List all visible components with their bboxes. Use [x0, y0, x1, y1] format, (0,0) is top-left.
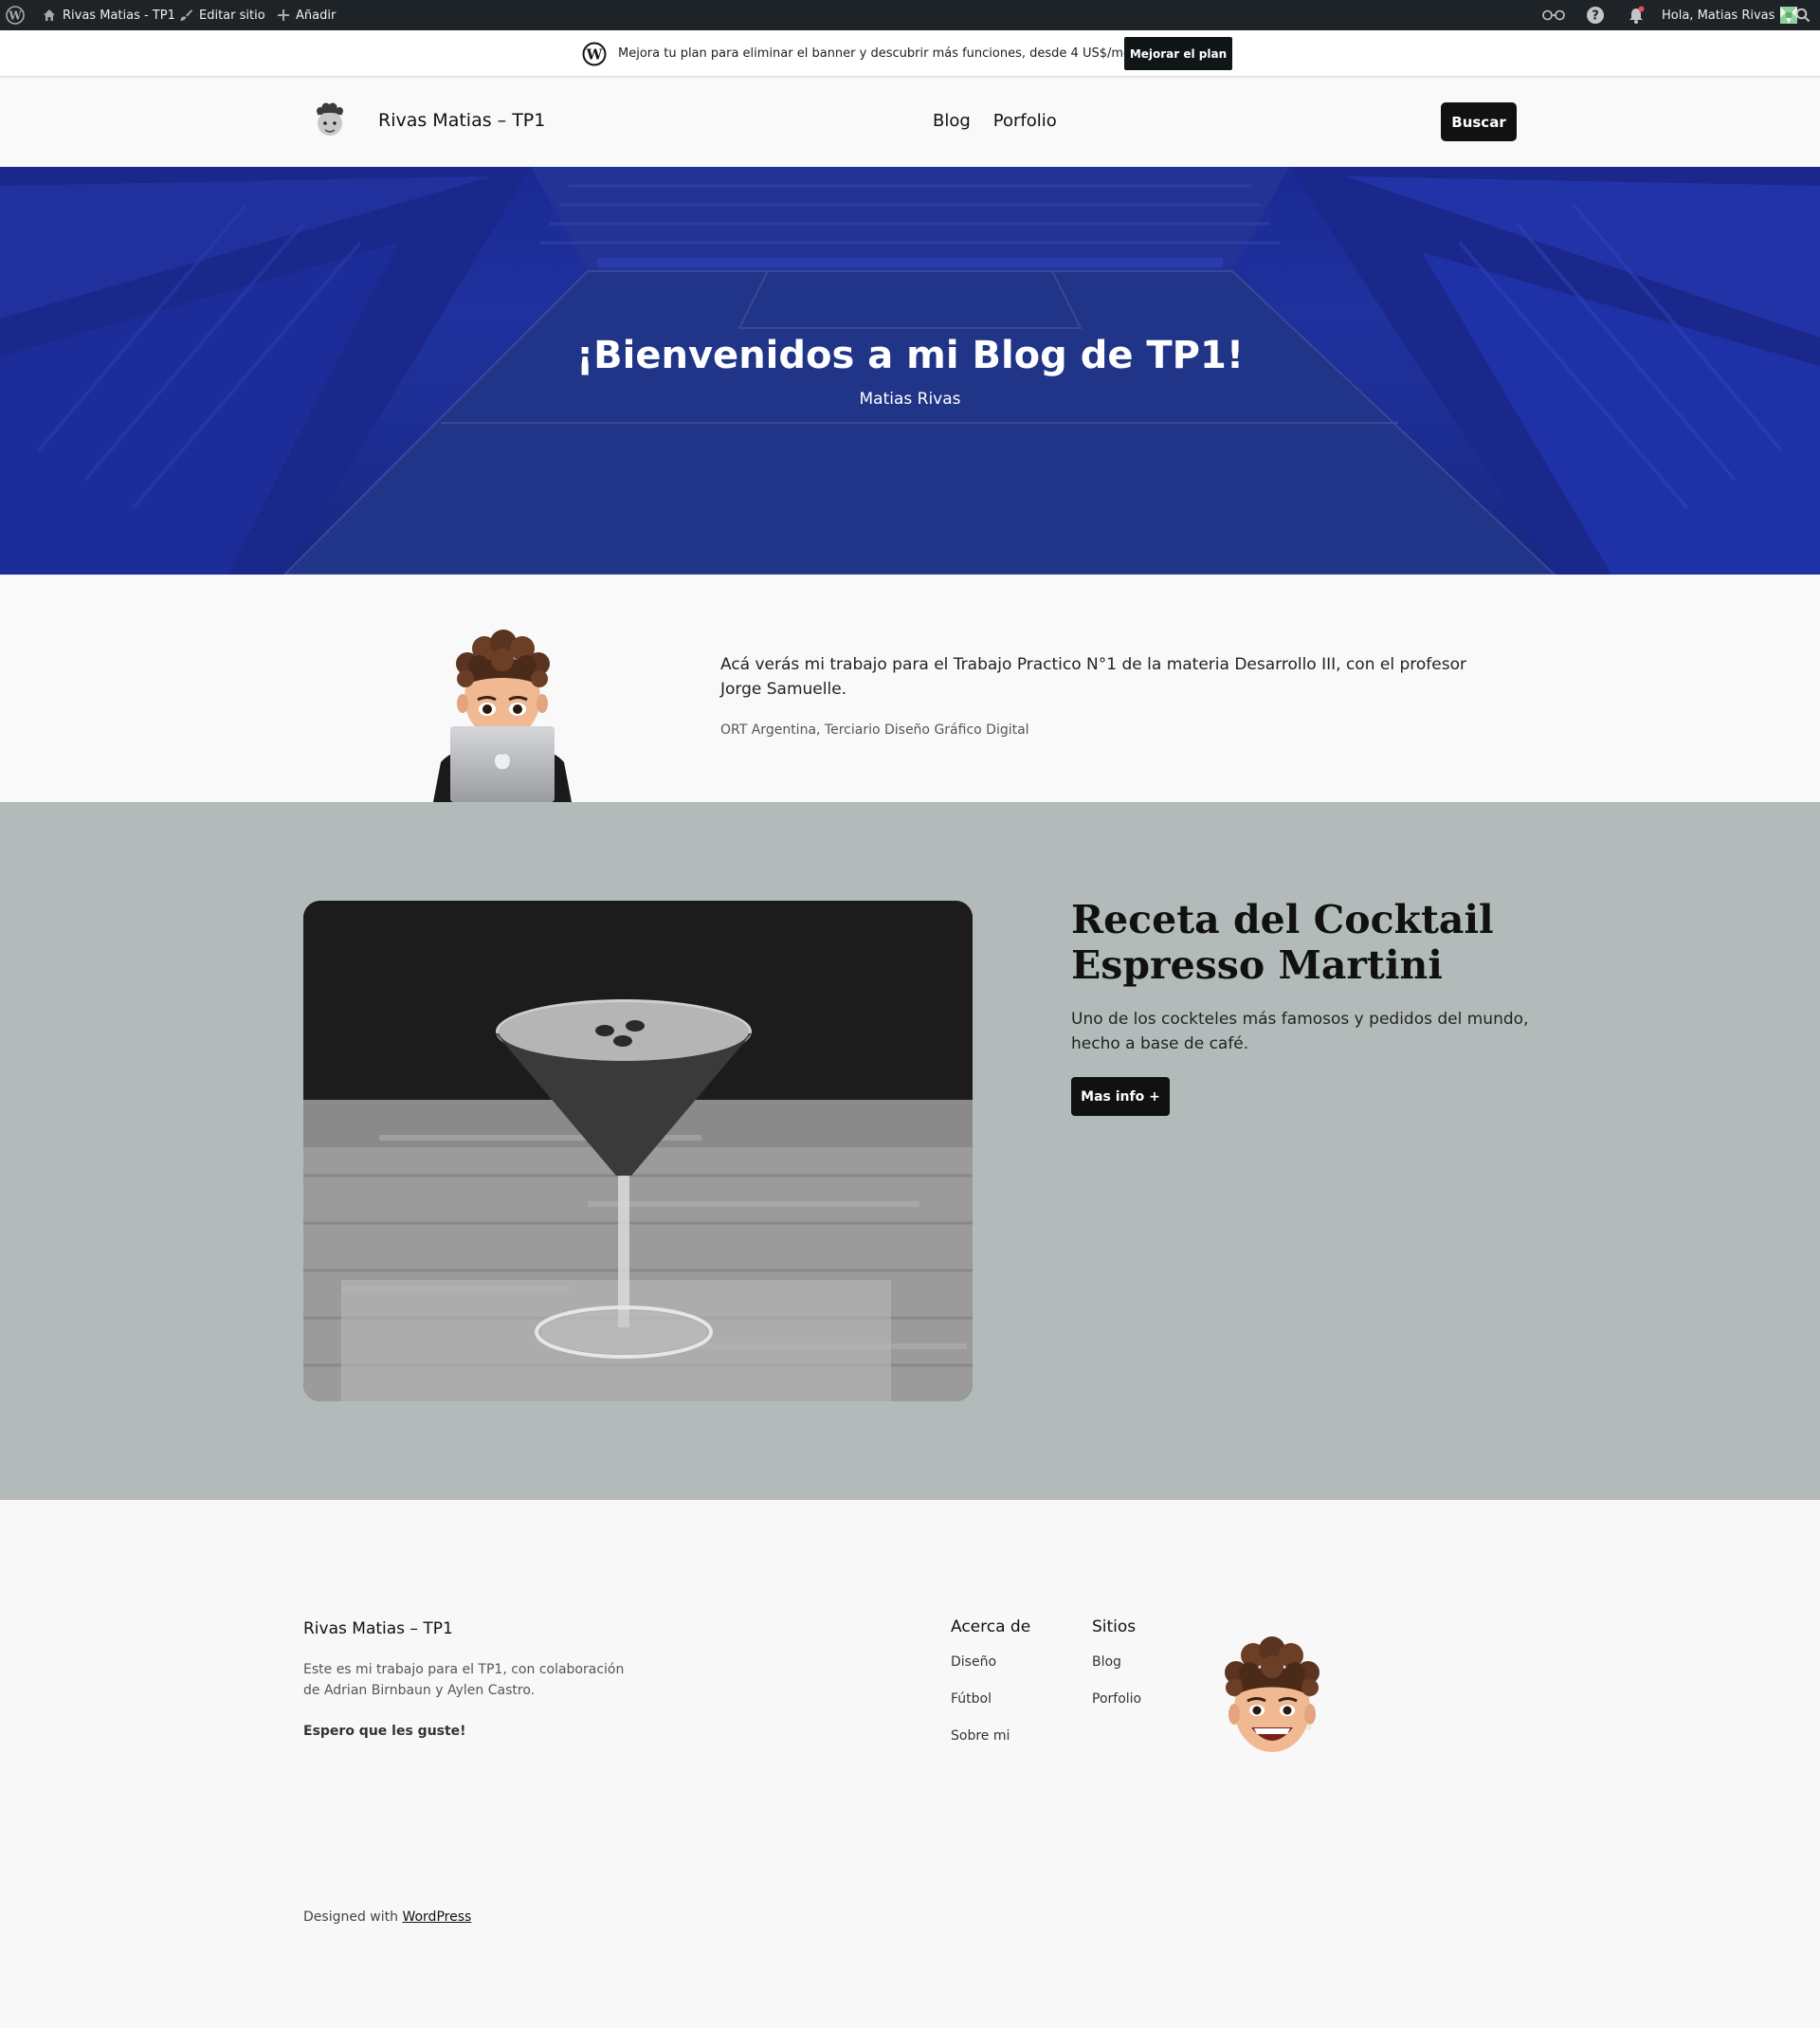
home-icon: [44, 9, 55, 21]
svg-text:W: W: [586, 46, 604, 64]
upgrade-banner: W Mejora tu plan para eliminar el banner…: [0, 30, 1820, 78]
featured-post-section: Receta del Cocktail Espresso Martini Uno…: [0, 802, 1820, 1500]
footer-link-porfolio[interactable]: Porfolio: [1092, 1691, 1141, 1728]
nav-item-blog[interactable]: Blog: [933, 111, 971, 131]
site-footer: Rivas Matias – TP1 Este es mi trabajo pa…: [0, 1500, 1820, 2028]
footer-note: Espero que les guste!: [303, 1724, 466, 1739]
admin-greeting: Hola, Matias Rivas: [1662, 8, 1775, 23]
site-logo-avatar[interactable]: [313, 99, 347, 140]
wordpress-credit-link[interactable]: WordPress: [402, 1909, 471, 1925]
user-account-menu[interactable]: Hola, Matias Rivas: [1662, 0, 1798, 30]
about-section: Acá verás mi trabajo para el Trabajo Pra…: [0, 575, 1820, 802]
featured-post-title[interactable]: Receta del Cocktail Espresso Martini: [1071, 897, 1602, 988]
footer-column-heading: Sitios: [1092, 1617, 1137, 1636]
wordpress-logo-icon[interactable]: W: [6, 0, 25, 30]
edit-site-link[interactable]: Editar sitio: [178, 0, 265, 30]
admin-site-name: Rivas Matias - TP1: [63, 8, 175, 23]
footer-link-diseno[interactable]: Diseño: [951, 1654, 1030, 1691]
footer-link-futbol[interactable]: Fútbol: [951, 1691, 1030, 1728]
memoji-laptop-avatar-image: [433, 630, 572, 802]
notifications-bell-icon[interactable]: [1627, 0, 1646, 30]
site-title[interactable]: Rivas Matias – TP1: [378, 110, 545, 131]
footer-column-heading: Acerca de: [951, 1617, 1031, 1636]
more-info-button[interactable]: Mas info +: [1071, 1077, 1170, 1116]
search-button[interactable]: Buscar: [1441, 102, 1517, 141]
footer-site-title[interactable]: Rivas Matias – TP1: [303, 1619, 453, 1638]
memoji-smiling-avatar-image: [1225, 1636, 1320, 1752]
footer-credit: Designed with WordPress: [303, 1909, 471, 1925]
footer-description: Este es mi trabajo para el TP1, con cola…: [303, 1662, 625, 1698]
about-institution: ORT Argentina, Terciario Diseño Gráfico …: [720, 722, 1029, 738]
nav-item-porfolio[interactable]: Porfolio: [993, 111, 1057, 131]
svg-text:W: W: [8, 9, 22, 23]
site-header: Rivas Matias – TP1 Blog Porfolio Buscar: [0, 80, 1820, 167]
wordpress-logo-icon: W: [582, 42, 607, 66]
upgrade-plan-button[interactable]: Mejorar el plan: [1124, 37, 1232, 70]
footer-link-sobre-mi[interactable]: Sobre mi: [951, 1728, 1030, 1765]
hero-subtitle: Matias Rivas: [859, 390, 961, 409]
admin-search-icon[interactable]: [1795, 0, 1811, 30]
help-icon[interactable]: ?: [1586, 0, 1605, 30]
espresso-martini-image: [303, 901, 973, 1401]
footer-link-blog[interactable]: Blog: [1092, 1654, 1141, 1691]
svg-text:?: ?: [1592, 9, 1599, 24]
edit-site-label: Editar sitio: [199, 8, 265, 23]
add-new-label: Añadir: [296, 8, 337, 23]
plus-icon: [278, 9, 289, 21]
hero-title: ¡Bienvenidos a mi Blog de TP1!: [575, 334, 1245, 377]
about-description: Acá verás mi trabajo para el Trabajo Pra…: [720, 655, 1466, 699]
admin-bar: W Rivas Matias - TP1 Editar sitio Añadir…: [0, 0, 1820, 30]
footer-column-about: Acerca de Diseño Fútbol Sobre mi: [951, 1617, 1030, 1765]
upgrade-banner-text: Mejora tu plan para eliminar el banner y…: [618, 46, 1141, 61]
featured-post-excerpt: Uno de los cockteles más famosos y pedid…: [1071, 1010, 1529, 1053]
hero-cover: ¡Bienvenidos a mi Blog de TP1! Matias Ri…: [0, 167, 1820, 575]
brush-icon: [180, 9, 192, 21]
primary-navigation: Blog Porfolio: [933, 111, 1057, 131]
reader-icon[interactable]: [1541, 0, 1566, 30]
footer-credit-prefix: Designed with: [303, 1909, 398, 1925]
add-new-link[interactable]: Añadir: [277, 0, 336, 30]
admin-site-link[interactable]: Rivas Matias - TP1: [42, 0, 175, 30]
footer-column-sites: Sitios Blog Porfolio: [1092, 1617, 1141, 1728]
